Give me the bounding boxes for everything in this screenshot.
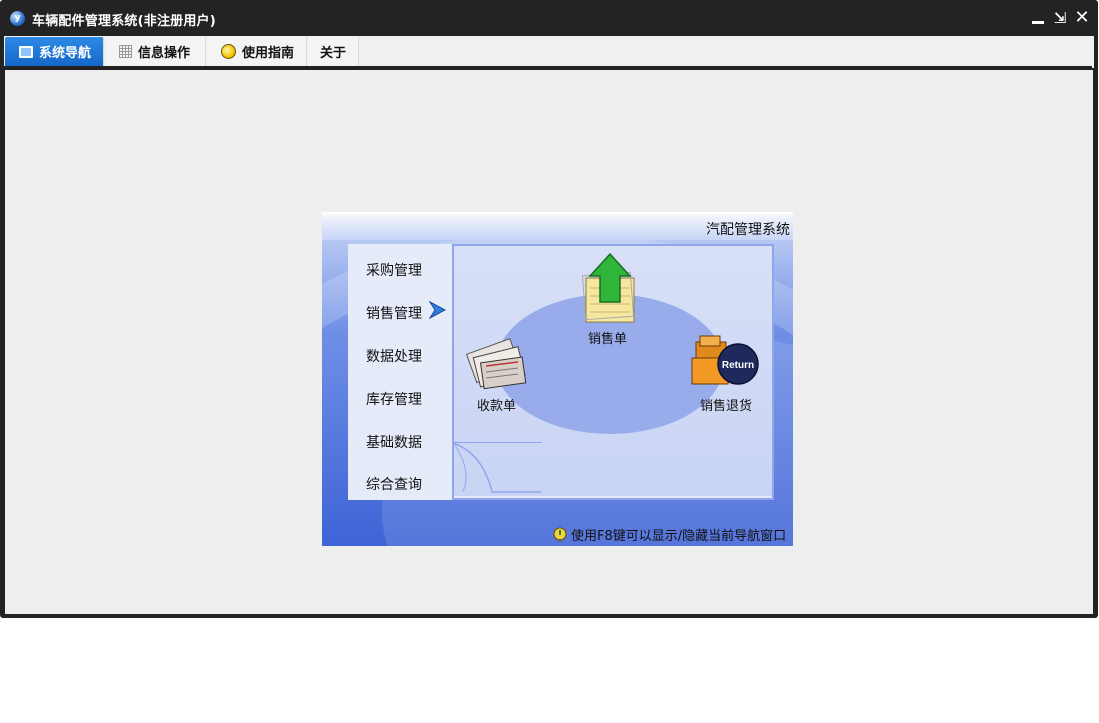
tab-user-guide[interactable]: 使用指南 [207, 37, 307, 66]
restore-button[interactable]: ⇲ [1051, 8, 1069, 28]
receipt-label[interactable]: 收款单 [477, 395, 516, 414]
menu-item-base-data[interactable]: 基础数据 [366, 432, 422, 452]
nav-header: 汽配管理系统 [322, 212, 793, 240]
app-logo-icon: y [10, 11, 25, 26]
tab-about[interactable]: 关于 [308, 37, 359, 66]
tab-label: 信息操作 [138, 46, 191, 61]
menu-item-sales[interactable]: 销售管理 [366, 303, 422, 323]
menu-item-query[interactable]: 综合查询 [366, 474, 422, 494]
receipt-icon[interactable] [462, 330, 528, 392]
nav-header-title: 汽配管理系统 [706, 222, 790, 238]
bulb-icon [221, 44, 236, 59]
window-title: 车辆配件管理系统(非注册用户) [32, 14, 216, 29]
nav-menu: 采购管理 销售管理 数据处理 库存管理 基础数据 综合查询 [348, 244, 454, 500]
minimize-button[interactable] [1029, 8, 1047, 28]
sales-order-icon[interactable] [580, 252, 640, 324]
title-bar[interactable]: y 车辆配件管理系统(非注册用户) ⇲ ✕ [0, 0, 1098, 36]
navigation-panel: 汽配管理系统 采购管理 销售管理 数据处理 库存管理 基础数据 综合查询 销售单 [322, 212, 793, 546]
sales-order-label[interactable]: 销售单 [588, 328, 627, 347]
tab-label: 系统导航 [39, 46, 92, 61]
f8-tip-text: 使用F8键可以显示/隐藏当前导航窗口 [571, 529, 787, 544]
f8-tip: 使用F8键可以显示/隐藏当前导航窗口 [552, 525, 786, 544]
monitor-icon [19, 45, 33, 58]
selected-arrow-icon [428, 301, 446, 319]
tab-label: 使用指南 [242, 46, 295, 61]
tab-system-navigation[interactable]: 系统导航 [5, 37, 104, 66]
return-badge-text: Return [722, 360, 754, 371]
tab-info-operations[interactable]: 信息操作 [105, 37, 206, 66]
grid-icon [119, 45, 132, 58]
menu-item-purchase[interactable]: 采购管理 [366, 260, 422, 280]
tab-bar: 系统导航 信息操作 使用指南 关于 [4, 36, 1094, 68]
close-button[interactable]: ✕ [1073, 8, 1091, 28]
menu-item-inventory[interactable]: 库存管理 [366, 389, 422, 409]
tab-label: 关于 [320, 46, 347, 61]
page-curl-decoration [452, 442, 542, 493]
tip-lightbulb-icon [553, 527, 567, 542]
sales-return-icon[interactable]: Return [690, 330, 760, 392]
sales-return-label[interactable]: 销售退货 [700, 395, 752, 414]
menu-item-data-processing[interactable]: 数据处理 [366, 346, 422, 366]
